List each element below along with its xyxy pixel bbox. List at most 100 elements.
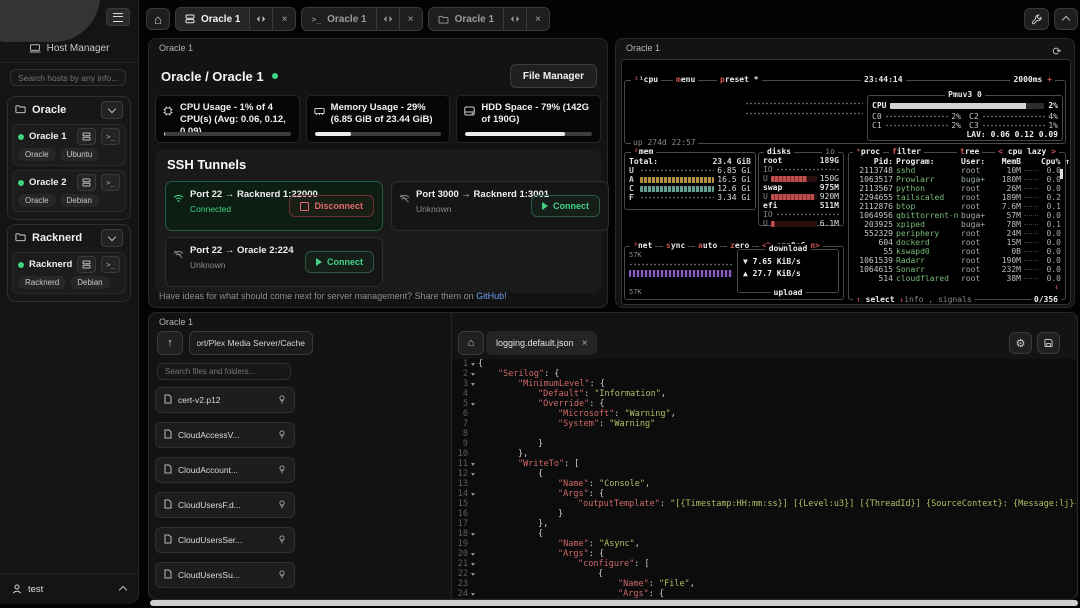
pin-icon[interactable] — [278, 426, 286, 444]
process-row[interactable]: 1064956qbittorrent-noxbuga+57M0.0 — [849, 211, 1065, 220]
code-editor[interactable]: 1{2"Serilog": {3"MinimumLevel": {4"Defau… — [452, 359, 1076, 598]
close-icon[interactable]: × — [582, 338, 588, 349]
fold-marker[interactable] — [468, 379, 478, 389]
file-item[interactable]: CloudAccount... — [155, 457, 295, 483]
pin-icon[interactable] — [278, 531, 286, 549]
host-manager-header[interactable]: Host Manager — [10, 38, 128, 58]
host-search-input[interactable] — [10, 69, 126, 86]
process-row[interactable]: 1063517Prowlarrbuga+180M0.0 — [849, 175, 1065, 184]
navigate-up-button[interactable]: ↑ — [157, 331, 183, 355]
code-content: }, — [478, 449, 1076, 459]
detach-window-icon[interactable] — [377, 7, 400, 31]
fold-marker[interactable] — [468, 369, 478, 379]
file-item[interactable]: CloudAccessV... — [155, 422, 295, 448]
process-row[interactable]: 1064615Sonarrroot232M0.0 — [849, 265, 1065, 274]
process-row[interactable]: 2294655tailscaledroot189M0.2 — [849, 193, 1065, 202]
tunnel-card-3[interactable]: Port 22 → Oracle 2:224 Unknown Connect — [165, 237, 383, 287]
fold-marker[interactable] — [468, 559, 478, 569]
close-tab-icon[interactable]: × — [400, 7, 423, 31]
process-row[interactable]: 2113567pythonroot26M0.0 — [849, 184, 1065, 193]
tab-oracle1-dashboard[interactable]: Oracle 1 × — [175, 7, 296, 31]
tab-oracle1-terminal[interactable]: >_ Oracle 1 × — [301, 7, 422, 31]
horizontal-scrollbar[interactable] — [150, 600, 1078, 606]
process-row[interactable]: 55kswapd0root0B0.0 — [849, 247, 1065, 256]
close-tab-icon[interactable]: × — [527, 7, 550, 31]
tab-main[interactable]: Oracle 1 — [175, 7, 250, 31]
host-name: Oracle 2 — [29, 177, 72, 188]
user-menu[interactable]: test — [0, 573, 138, 604]
disconnect-button[interactable]: Disconnect — [289, 195, 374, 217]
sidebar-menu-button[interactable] — [106, 8, 130, 26]
collapse-button[interactable] — [1054, 8, 1078, 30]
process-row[interactable]: 203925xpipedbuga+78M0.1 — [849, 220, 1065, 229]
settings-wrench-button[interactable] — [1024, 8, 1049, 30]
file-manager-button[interactable]: File Manager — [510, 64, 597, 88]
open-dashboard-button[interactable] — [77, 256, 96, 273]
terminal-screen[interactable]: ¹¹cpu menu preset * 23:44:14 2000ms + up… — [621, 59, 1071, 305]
connect-button[interactable]: Connect — [531, 195, 600, 217]
process-row[interactable]: 1061539Radarrroot190M0.0 — [849, 256, 1065, 265]
file-item[interactable]: CloudUsersF.d... — [155, 492, 295, 518]
fold-marker[interactable] — [468, 489, 478, 499]
expand-collapse-button[interactable] — [101, 229, 123, 247]
process-mem: 78M — [994, 220, 1021, 229]
file-search-input[interactable] — [157, 363, 291, 380]
expand-collapse-button[interactable] — [101, 101, 123, 119]
open-terminal-button[interactable]: >_ — [101, 174, 120, 191]
tab-main[interactable]: Oracle 1 — [428, 7, 504, 31]
host-group-header[interactable]: Racknerd — [11, 228, 127, 248]
disk-used-bar — [771, 176, 817, 182]
open-dashboard-button[interactable] — [77, 174, 96, 191]
host-item[interactable]: Racknerd 1>_RacknerdDebian — [12, 252, 126, 294]
fold-marker[interactable] — [468, 469, 478, 479]
process-row[interactable]: 514cloudflaredroot38M0.0 — [849, 274, 1065, 283]
detach-window-icon[interactable] — [504, 7, 527, 31]
proc-scrollbar[interactable] — [1060, 169, 1063, 179]
process-row[interactable]: 552329peripheryroot24M0.0 — [849, 229, 1065, 238]
file-name: CloudAccessV... — [178, 430, 272, 440]
open-terminal-button[interactable]: >_ — [101, 256, 120, 273]
btop-preset[interactable]: preset * — [717, 75, 762, 85]
file-item[interactable]: CloudUsersSu... — [155, 562, 295, 588]
fold-marker[interactable] — [468, 359, 478, 369]
file-item[interactable]: cert-v2.p12 — [155, 387, 295, 413]
open-dashboard-button[interactable] — [77, 128, 96, 145]
fold-marker[interactable] — [468, 459, 478, 469]
path-input[interactable] — [189, 331, 313, 355]
host-item[interactable]: Oracle 2>_OracleDebian — [12, 170, 126, 212]
fold-marker[interactable] — [468, 529, 478, 539]
tab-oracle1-files[interactable]: Oracle 1 × — [428, 7, 550, 31]
tab-main[interactable]: >_ Oracle 1 — [301, 7, 376, 31]
fold-marker[interactable] — [468, 569, 478, 579]
detach-window-icon[interactable] — [250, 7, 273, 31]
process-row[interactable]: 604dockerdroot15M0.0 — [849, 238, 1065, 247]
pin-icon[interactable] — [278, 566, 286, 584]
btop-menu[interactable]: menu — [673, 75, 698, 85]
fold-marker[interactable] — [468, 589, 478, 598]
cpu-icon — [163, 103, 173, 121]
pin-icon[interactable] — [278, 461, 286, 479]
proc-rows[interactable]: 2113748sshdroot10M0.01063517Prowlarrbuga… — [849, 166, 1065, 283]
pin-icon[interactable] — [278, 496, 286, 514]
home-button[interactable]: ⌂ — [146, 8, 170, 30]
fold-marker[interactable] — [468, 549, 478, 559]
editor-tab[interactable]: logging.default.json × — [486, 331, 597, 355]
pin-icon[interactable] — [278, 391, 286, 409]
open-terminal-button[interactable]: >_ — [101, 128, 120, 145]
code-token: "Name" — [558, 539, 589, 549]
save-button[interactable] — [1037, 332, 1060, 354]
host-group-header[interactable]: Oracle — [11, 100, 127, 120]
host-item[interactable]: Oracle 1>_OracleUbuntu — [12, 124, 126, 166]
tunnel-card-1[interactable]: Port 22 → Racknerd 1:22000 Connected Dis… — [165, 181, 383, 231]
editor-settings-button[interactable]: ⚙ — [1009, 332, 1032, 354]
refresh-icon[interactable]: ⟳ — [1048, 43, 1066, 59]
close-tab-icon[interactable]: × — [273, 7, 296, 31]
editor-home-button[interactable]: ⌂ — [458, 331, 484, 355]
github-link[interactable]: GitHub! — [476, 291, 507, 301]
connect-button[interactable]: Connect — [305, 251, 374, 273]
fold-marker[interactable] — [468, 399, 478, 409]
file-item[interactable]: CloudUsersSer... — [155, 527, 295, 553]
process-row[interactable]: 2112876btoproot7.6M0.1 — [849, 202, 1065, 211]
process-row[interactable]: 2113748sshdroot10M0.0 — [849, 166, 1065, 175]
tunnel-card-2[interactable]: Port 3000 → Racknerd 1:3001 Unknown Conn… — [391, 181, 609, 231]
